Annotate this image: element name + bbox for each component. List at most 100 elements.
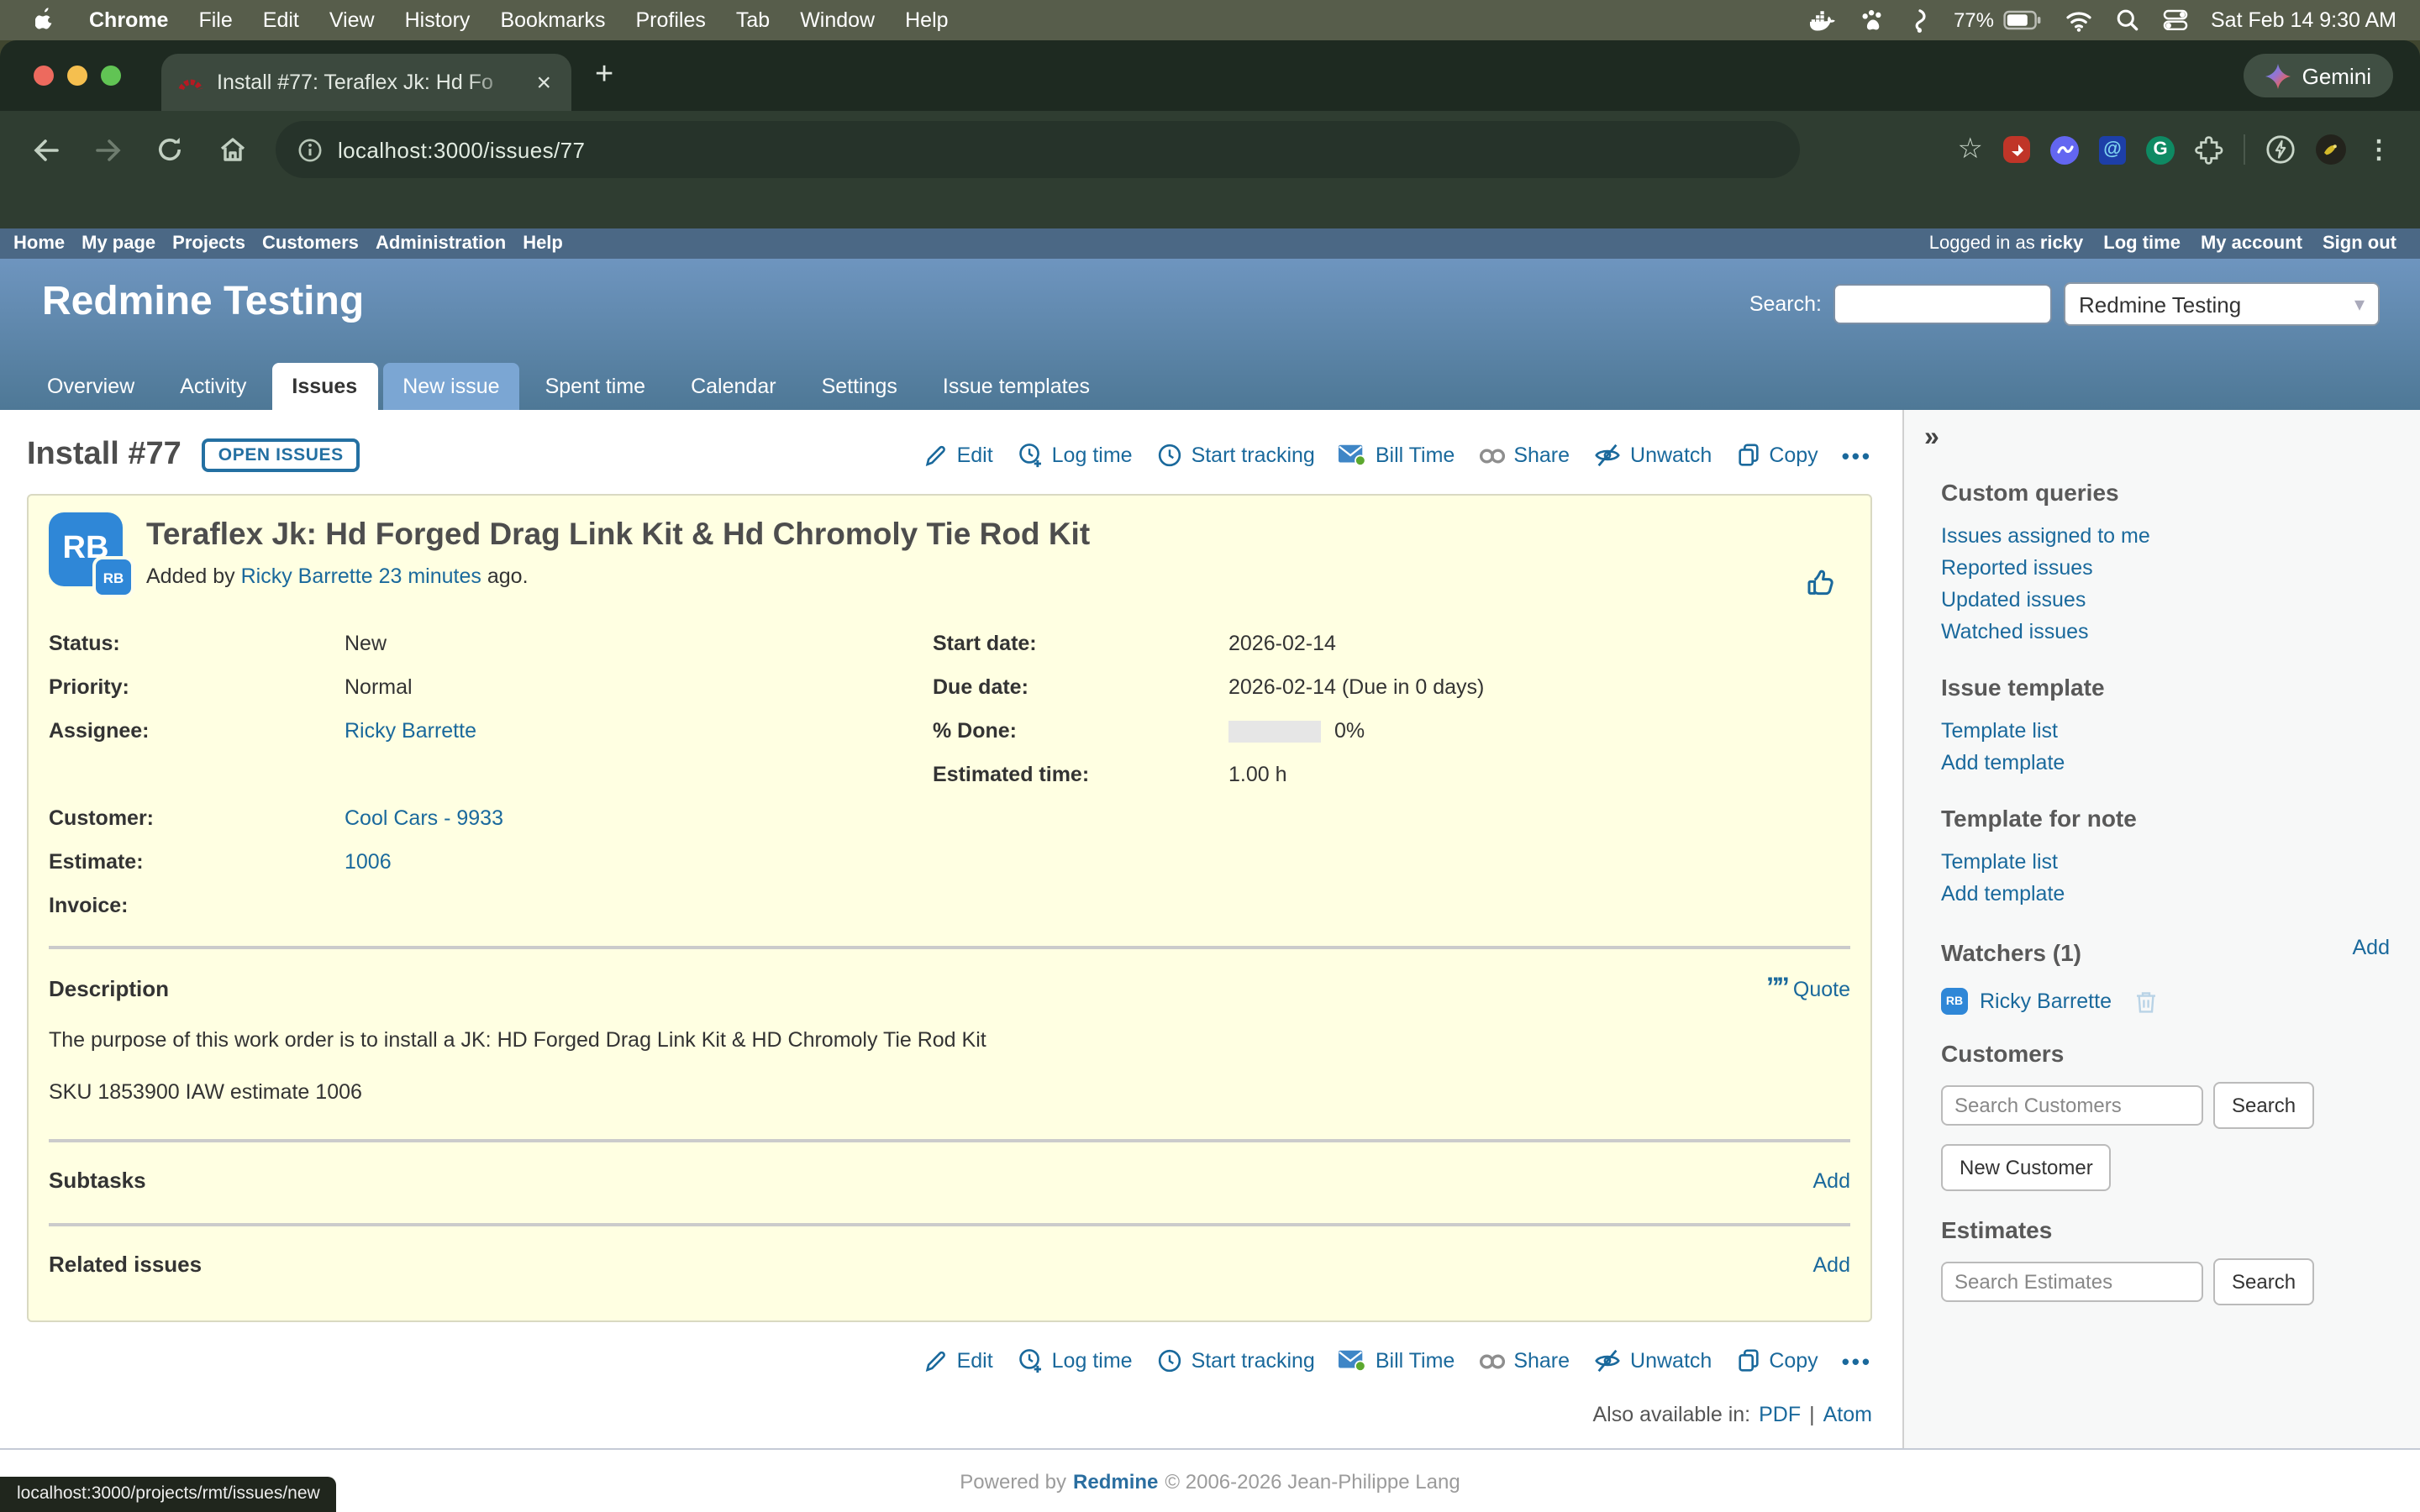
copy-button[interactable]: Copy (1735, 1347, 1818, 1374)
new-tab-button[interactable]: + (595, 57, 613, 94)
sidebar-link-issues-assigned[interactable]: Issues assigned to me (1941, 521, 2390, 553)
address-bar[interactable]: localhost:3000/issues/77 (276, 121, 1800, 178)
sidebar-link-reported-issues[interactable]: Reported issues (1941, 553, 2390, 585)
sidebar-link-add-template[interactable]: Add template (1941, 748, 2390, 780)
thumbs-up-icon[interactable] (1807, 566, 1840, 598)
customer-search-button[interactable]: Search (2213, 1082, 2314, 1129)
add-subtask-link[interactable]: Add (1813, 1168, 1851, 1192)
control-center-icon[interactable] (2162, 8, 2187, 32)
top-menu-log-time[interactable]: Log time (2103, 234, 2181, 254)
menubar-item-help[interactable]: Help (890, 8, 963, 32)
start-tracking-button[interactable]: Start tracking (1156, 442, 1315, 469)
top-menu-my-account[interactable]: My account (2201, 234, 2302, 254)
extension-indigo-icon[interactable] (2050, 135, 2079, 164)
menubar-item-history[interactable]: History (390, 8, 486, 32)
minimize-window-button[interactable] (67, 66, 87, 86)
tab-new-issue[interactable]: New issue (382, 363, 519, 410)
estimate-search-button[interactable]: Search (2213, 1258, 2314, 1305)
add-related-issue-link[interactable]: Add (1813, 1252, 1851, 1276)
log-time-button[interactable]: Log time (1017, 442, 1133, 469)
menubar-item-bookmarks[interactable]: Bookmarks (485, 8, 620, 32)
tab-activity[interactable]: Activity (160, 363, 266, 410)
wifi-icon[interactable] (2065, 9, 2091, 31)
reload-button[interactable] (145, 124, 195, 175)
menubar-item-view[interactable]: View (314, 8, 390, 32)
sidebar-collapse-icon[interactable]: » (1924, 423, 1939, 452)
browser-tab[interactable]: Install #77: Teraflex Jk: Hd Fo × (161, 54, 571, 111)
tab-overview[interactable]: Overview (27, 363, 155, 410)
top-menu-home[interactable]: Home (13, 234, 65, 254)
menubar-item-tab[interactable]: Tab (721, 8, 785, 32)
edit-button[interactable]: Edit (923, 443, 993, 468)
menubar-item-chrome[interactable]: Chrome (74, 8, 183, 32)
energy-extension-icon[interactable] (2265, 134, 2296, 165)
tab-issue-templates[interactable]: Issue templates (923, 363, 1110, 410)
tab-spent-time[interactable]: Spent time (525, 363, 666, 410)
start-tracking-button[interactable]: Start tracking (1156, 1347, 1315, 1374)
gemini-button[interactable]: Gemini (2244, 54, 2393, 97)
top-menu-administration[interactable]: Administration (376, 234, 506, 254)
edit-button[interactable]: Edit (923, 1348, 993, 1373)
url-text[interactable]: localhost:3000/issues/77 (338, 137, 585, 162)
share-button[interactable]: Share (1478, 1349, 1570, 1373)
site-info-icon[interactable] (297, 137, 323, 162)
new-customer-button[interactable]: New Customer (1941, 1144, 2112, 1191)
menubar-clock[interactable]: Sat Feb 14 9:30 AM (2211, 8, 2396, 32)
add-watcher-link[interactable]: Add (2353, 936, 2391, 959)
estimate-link[interactable]: 1006 (345, 850, 392, 874)
unwatch-button[interactable]: Unwatch (1593, 1347, 1712, 1374)
customer-search-input[interactable] (1941, 1085, 2203, 1126)
open-issues-badge[interactable]: OPEN ISSUES (202, 438, 360, 472)
menubar-item-edit[interactable]: Edit (248, 8, 314, 32)
extension-mail-icon[interactable]: @ (2099, 135, 2126, 164)
sidebar-link-template-list[interactable]: Template list (1941, 847, 2390, 879)
tab-settings[interactable]: Settings (802, 363, 918, 410)
docker-icon[interactable] (1811, 9, 1838, 31)
profile-avatar[interactable] (2316, 134, 2346, 165)
assignee-link[interactable]: Ricky Barrette (345, 719, 476, 743)
atom-link[interactable]: Atom (1823, 1403, 1872, 1426)
menubar-item-file[interactable]: File (183, 8, 247, 32)
back-button[interactable] (20, 124, 71, 175)
log-time-button[interactable]: Log time (1017, 1347, 1133, 1374)
spotlight-icon[interactable] (2115, 8, 2139, 32)
top-menu-customers[interactable]: Customers (262, 234, 359, 254)
menubar-item-window[interactable]: Window (785, 8, 890, 32)
bookmark-star-icon[interactable]: ☆ (1958, 133, 1984, 166)
extension-red-icon[interactable] (2003, 136, 2030, 163)
sidebar-link-add-template[interactable]: Add template (1941, 879, 2390, 911)
global-search-input[interactable] (1833, 284, 2052, 324)
pdf-link[interactable]: PDF (1759, 1403, 1801, 1426)
grammarly-icon[interactable]: G (2146, 135, 2175, 164)
forward-button[interactable] (82, 124, 133, 175)
author-link[interactable]: Ricky Barrette (241, 564, 373, 588)
redmine-link[interactable]: Redmine (1073, 1469, 1158, 1493)
tab-issues[interactable]: Issues (271, 363, 377, 410)
tab-close-icon[interactable]: × (533, 70, 555, 95)
apple-menu[interactable] (20, 7, 74, 34)
added-time-link[interactable]: 23 minutes (379, 564, 481, 588)
zoom-window-button[interactable] (101, 66, 121, 86)
top-menu-my-page[interactable]: My page (82, 234, 155, 254)
more-actions-button[interactable]: ••• (1842, 1348, 1872, 1373)
quote-button[interactable]: ””Quote (1766, 977, 1850, 1000)
top-menu-help[interactable]: Help (523, 234, 563, 254)
extensions-puzzle-icon[interactable] (2195, 135, 2223, 164)
top-menu-sign-out[interactable]: Sign out (2323, 234, 2396, 254)
delete-watcher-trash-icon[interactable] (2133, 989, 2157, 1014)
battery-indicator[interactable]: 77% (1954, 8, 2041, 32)
top-menu-projects[interactable]: Projects (172, 234, 245, 254)
pet-app-icon[interactable] (1861, 8, 1886, 32)
more-actions-button[interactable]: ••• (1842, 443, 1872, 468)
tab-calendar[interactable]: Calendar (671, 363, 796, 410)
sidebar-link-watched-issues[interactable]: Watched issues (1941, 617, 2390, 648)
genie-app-icon[interactable] (1910, 8, 1930, 33)
watcher-name-link[interactable]: Ricky Barrette (1980, 990, 2112, 1013)
bill-time-button[interactable]: Bill Time (1339, 1349, 1455, 1373)
sidebar-link-updated-issues[interactable]: Updated issues (1941, 585, 2390, 617)
sidebar-link-template-list[interactable]: Template list (1941, 716, 2390, 748)
browser-menu-icon[interactable]: ⋮ (2366, 134, 2393, 165)
current-user-link[interactable]: ricky (2040, 234, 2083, 254)
bill-time-button[interactable]: Bill Time (1339, 444, 1455, 467)
copy-button[interactable]: Copy (1735, 442, 1818, 469)
